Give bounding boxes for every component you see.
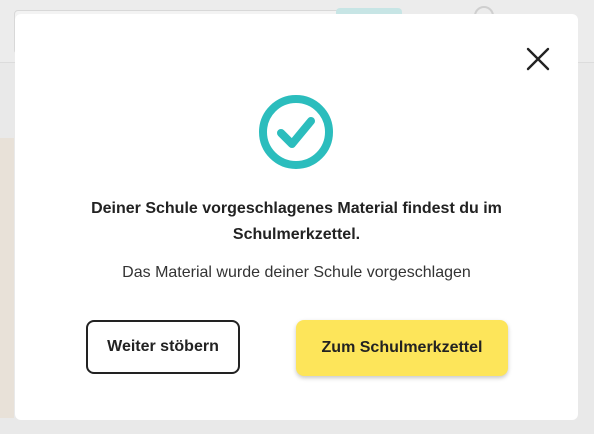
go-to-school-list-button[interactable]: Zum Schulmerkzettel [296, 320, 508, 376]
confirmation-modal: Deiner Schule vorgeschlagenes Material f… [15, 14, 578, 420]
continue-browsing-button[interactable]: Weiter stöbern [86, 320, 240, 374]
close-icon [526, 47, 550, 71]
modal-subline: Das Material wurde deiner Schule vorgesc… [122, 264, 471, 281]
check-circle-icon [259, 95, 333, 169]
close-button[interactable] [523, 44, 553, 74]
background-image-strip [0, 138, 14, 418]
modal-headline: Deiner Schule vorgeschlagenes Material f… [91, 200, 502, 243]
